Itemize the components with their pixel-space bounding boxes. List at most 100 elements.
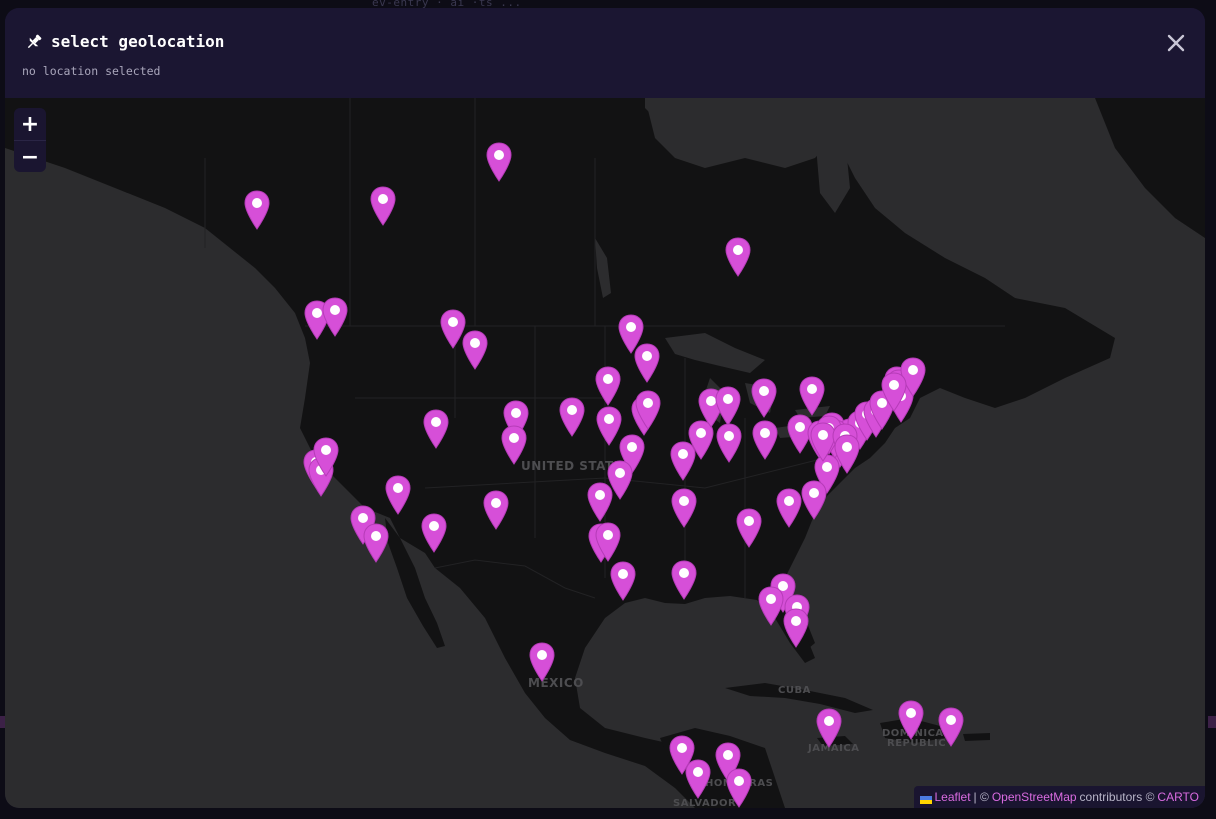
zoom-control: + − [14,108,46,172]
location-marker[interactable] [610,561,636,601]
map-pin-icon [801,480,827,520]
map-pin-icon [244,190,270,230]
map-pin-icon [751,378,777,418]
location-marker[interactable] [725,237,751,277]
map-pin-icon [462,330,488,370]
dialog-title: select geolocation [51,32,225,51]
location-marker[interactable] [751,378,777,418]
carto-link[interactable]: CARTO [1157,790,1199,804]
close-button[interactable] [1163,30,1189,56]
map-pin-icon [898,700,924,740]
map-pin-icon [671,560,697,600]
close-icon [1167,34,1185,52]
map-pin-icon [385,475,411,515]
land-greenland [1095,98,1205,238]
selection-status: no location selected [22,64,161,78]
location-marker[interactable] [799,376,825,416]
location-marker[interactable] [726,768,752,808]
location-marker[interactable] [783,608,809,648]
location-marker[interactable] [635,390,661,430]
location-marker[interactable] [776,488,802,528]
map-pin-icon [716,423,742,463]
location-marker[interactable] [501,425,527,465]
location-marker[interactable] [313,437,339,477]
location-marker[interactable] [801,480,827,520]
map-pin-icon [363,523,389,563]
location-marker[interactable] [370,186,396,226]
map-pin-icon [881,372,907,412]
map-pin-icon [783,608,809,648]
map-pin-icon [423,409,449,449]
location-marker[interactable] [671,488,697,528]
location-marker[interactable] [607,460,633,500]
map-pin-icon [486,142,512,182]
land-north-america [5,98,1115,808]
location-marker[interactable] [462,330,488,370]
map-pin-icon [799,376,825,416]
map-canvas[interactable]: UNITED STATES MEXICO CUBA JAMAICA DOMINI… [5,98,1205,808]
map-pin-icon [635,390,661,430]
map-pin-icon [607,460,633,500]
zoom-in-button[interactable]: + [14,108,46,140]
location-marker[interactable] [421,513,447,553]
map-pin-icon [421,513,447,553]
map-pin-icon [559,397,585,437]
ukraine-flag-icon [919,793,932,804]
map-pin-icon [610,561,636,601]
location-marker[interactable] [898,700,924,740]
location-marker[interactable] [752,420,778,460]
location-marker[interactable] [736,508,762,548]
map-pin-icon [938,707,964,747]
pin-icon [25,33,43,51]
location-marker[interactable] [244,190,270,230]
location-marker[interactable] [715,386,741,426]
location-marker[interactable] [595,366,621,406]
location-marker[interactable] [671,560,697,600]
map-pin-icon [529,642,555,682]
map-pin-icon [595,366,621,406]
map-pin-icon [776,488,802,528]
leaflet-link[interactable]: Leaflet [935,790,971,804]
map-pin-icon [758,586,784,626]
map-pin-icon [736,508,762,548]
location-marker[interactable] [322,297,348,337]
map-pin-icon [501,425,527,465]
location-marker[interactable] [363,523,389,563]
map-pin-icon [725,237,751,277]
location-marker[interactable] [634,343,660,383]
location-marker[interactable] [834,434,860,474]
location-marker[interactable] [559,397,585,437]
background-strip-right [1208,716,1216,728]
map-pin-icon [715,386,741,426]
map-pin-icon [726,768,752,808]
location-marker[interactable] [529,642,555,682]
attribution-separator: | © [973,790,989,804]
location-marker[interactable] [716,423,742,463]
location-marker[interactable] [816,708,842,748]
map-pin-icon [322,297,348,337]
location-marker[interactable] [423,409,449,449]
map-pin-icon [370,186,396,226]
location-marker[interactable] [938,707,964,747]
map-pin-icon [595,522,621,562]
geolocation-dialog: select geolocation no location selected [5,8,1205,808]
map-attribution: Leaflet | © OpenStreetMap contributors ©… [913,786,1205,808]
map-pin-icon [752,420,778,460]
map-pin-icon [634,343,660,383]
map-pin-icon [834,434,860,474]
attribution-contributors: contributors © [1079,790,1155,804]
map-pin-icon [671,488,697,528]
location-marker[interactable] [758,586,784,626]
map-label-cuba: CUBA [778,685,811,696]
location-marker[interactable] [385,475,411,515]
location-marker[interactable] [486,142,512,182]
location-marker[interactable] [483,490,509,530]
zoom-out-button[interactable]: − [14,140,46,172]
location-marker[interactable] [685,759,711,799]
map-basemap [5,98,1205,808]
location-marker[interactable] [881,372,907,412]
location-marker[interactable] [595,522,621,562]
map-pin-icon [483,490,509,530]
openstreetmap-link[interactable]: OpenStreetMap [992,790,1077,804]
dialog-title-row: select geolocation [25,32,224,51]
